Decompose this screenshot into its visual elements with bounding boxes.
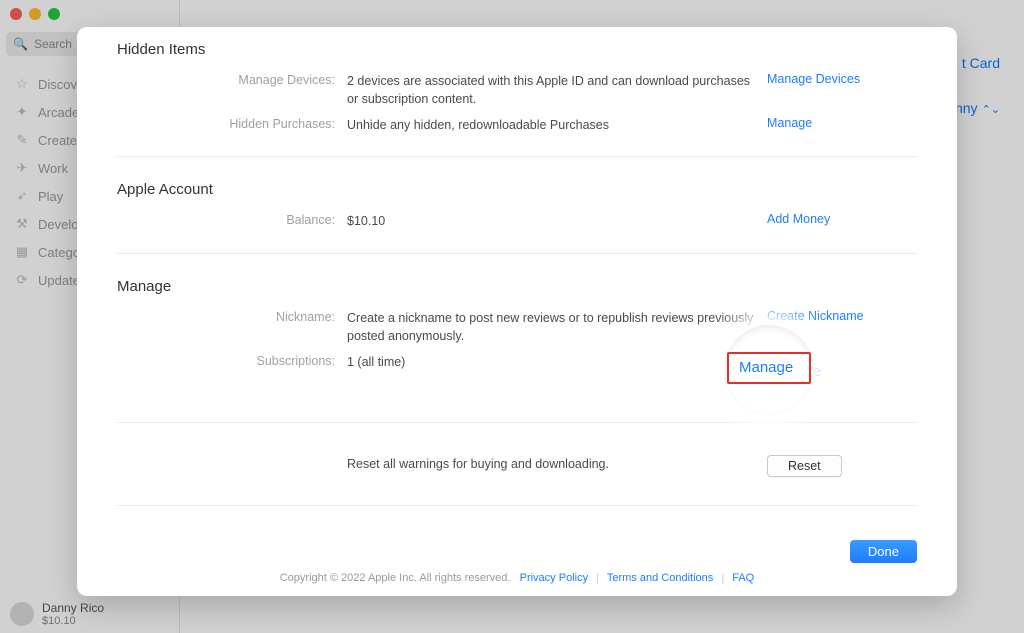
balance-value: $10.10 [347, 212, 767, 230]
apple-account-heading: Apple Account [117, 181, 917, 198]
balance-label: Balance: [117, 212, 347, 227]
create-nickname-link[interactable]: Create Nickname [767, 309, 917, 323]
copyright-text: Copyright © 2022 Apple Inc. All rights r… [280, 572, 511, 584]
modal-footer: Copyright © 2022 Apple Inc. All rights r… [77, 572, 957, 584]
subscriptions-row: Subscriptions: 1 (all time) Manage [117, 349, 917, 394]
account-modal: Hidden Items Manage Devices: 2 devices a… [77, 27, 957, 596]
modal-actions: Done [77, 526, 957, 563]
manage-devices-link[interactable]: Manage Devices [767, 72, 917, 86]
reset-warnings-text: Reset all warnings for buying and downlo… [347, 455, 767, 473]
manage-devices-label: Manage Devices: [117, 72, 347, 87]
divider [117, 253, 917, 254]
add-money-link[interactable]: Add Money [767, 212, 917, 226]
hidden-purchases-text: Unhide any hidden, redownloadable Purcha… [347, 116, 767, 134]
subscriptions-label: Subscriptions: [117, 353, 347, 368]
divider [117, 156, 917, 157]
hidden-purchases-label: Hidden Purchases: [117, 116, 347, 131]
divider [117, 505, 917, 506]
faq-link[interactable]: FAQ [732, 572, 754, 584]
nickname-text: Create a nickname to post new reviews or… [347, 309, 767, 345]
terms-link[interactable]: Terms and Conditions [607, 572, 713, 584]
hidden-purchases-row: Hidden Purchases: Unhide any hidden, red… [117, 112, 917, 138]
nickname-row: Nickname: Create a nickname to post new … [117, 305, 917, 349]
manage-devices-text: 2 devices are associated with this Apple… [347, 72, 767, 108]
manage-subscriptions-link-overlay[interactable]: Manage [739, 359, 793, 376]
divider [117, 422, 917, 423]
manage-devices-row: Manage Devices: 2 devices are associated… [117, 68, 917, 112]
reset-warnings-row: Reset all warnings for buying and downlo… [117, 451, 917, 481]
reset-button[interactable]: Reset [767, 455, 842, 477]
hidden-items-heading: Hidden Items [117, 41, 917, 58]
hidden-purchases-link[interactable]: Manage [767, 116, 917, 130]
privacy-link[interactable]: Privacy Policy [520, 572, 588, 584]
nickname-label: Nickname: [117, 309, 347, 324]
subscriptions-text: 1 (all time) [347, 353, 767, 371]
manage-heading: Manage [117, 278, 917, 295]
done-button[interactable]: Done [850, 540, 917, 563]
balance-row: Balance: $10.10 Add Money [117, 208, 917, 234]
